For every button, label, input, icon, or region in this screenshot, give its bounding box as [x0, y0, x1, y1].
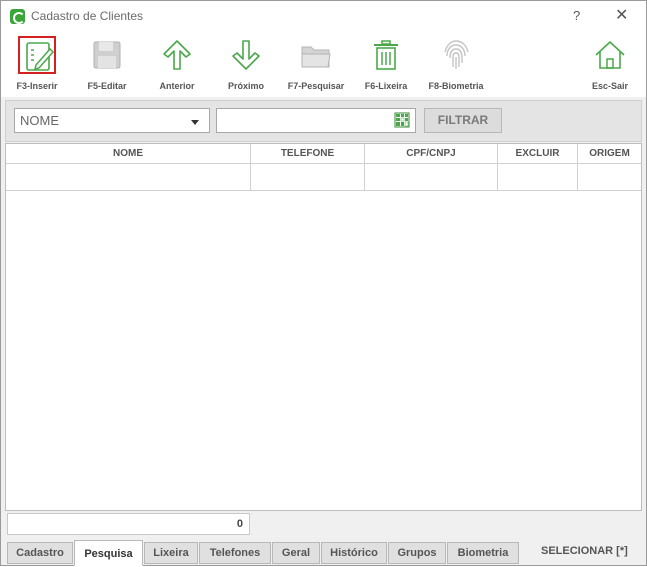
trash-label: F6-Lixeira — [364, 81, 408, 91]
toolbar: F3-Inserir F5-Editar Anterior Próximo F7… — [1, 32, 646, 97]
window-title: Cadastro de Clientes — [31, 9, 144, 23]
fingerprint-icon — [437, 36, 475, 74]
table-header: NOME TELEFONE CPF/CNPJ EXCLUIR ORIGEM — [6, 144, 641, 164]
save-disk-icon — [88, 36, 126, 74]
filter-field-select[interactable]: NOME — [14, 108, 210, 133]
clients-table: NOME TELEFONE CPF/CNPJ EXCLUIR ORIGEM — [5, 143, 642, 511]
close-button[interactable]: ✕ — [615, 5, 628, 25]
tab-biometria[interactable]: Biometria — [447, 542, 519, 564]
select-shortcut-label: SELECIONAR [*] — [541, 545, 628, 557]
previous-label: Anterior — [159, 81, 195, 91]
table-row[interactable] — [6, 164, 641, 191]
next-button[interactable]: Próximo — [214, 36, 278, 94]
biometry-label: F8-Biometria — [428, 81, 484, 91]
arrow-down-icon — [227, 36, 265, 74]
folder-icon — [297, 36, 335, 74]
chevron-down-icon — [191, 120, 199, 125]
edit-label: F5-Editar — [87, 81, 127, 91]
trash-button[interactable]: F6-Lixeira — [354, 36, 418, 94]
title-bar: Cadastro de Clientes ? ✕ — [1, 1, 646, 32]
app-logo-icon — [10, 9, 25, 24]
exit-label: Esc-Sair — [591, 81, 629, 91]
filter-bar: NOME FILTRAR — [5, 100, 642, 142]
previous-button[interactable]: Anterior — [145, 36, 209, 94]
insert-button[interactable]: F3-Inserir — [5, 36, 69, 94]
filter-button[interactable]: FILTRAR — [424, 108, 502, 133]
search-input[interactable] — [216, 108, 416, 133]
tab-cadastro[interactable]: Cadastro — [7, 542, 73, 564]
column-header-nome[interactable]: NOME — [6, 144, 251, 164]
grid-picker-icon[interactable] — [394, 112, 410, 128]
trash-icon — [367, 36, 405, 74]
tab-telefones[interactable]: Telefones — [199, 542, 271, 564]
table-cell-excluir[interactable] — [498, 164, 578, 191]
insert-label: F3-Inserir — [16, 81, 58, 91]
arrow-up-icon — [158, 36, 196, 74]
record-count: 0 — [7, 513, 250, 535]
tab-historico[interactable]: Histórico — [321, 542, 387, 564]
tab-pesquisa[interactable]: Pesquisa — [74, 540, 143, 566]
table-cell-origem[interactable] — [578, 164, 641, 191]
client-register-window: Cadastro de Clientes ? ✕ F3-Inserir F5-E… — [0, 0, 647, 566]
edit-button[interactable]: F5-Editar — [75, 36, 139, 94]
home-icon — [591, 36, 629, 74]
filter-field-value: NOME — [20, 113, 59, 128]
biometry-button[interactable]: F8-Biometria — [424, 36, 488, 94]
table-cell-nome[interactable] — [6, 164, 251, 191]
tab-geral[interactable]: Geral — [272, 542, 320, 564]
bottom-tabs: Cadastro Pesquisa Lixeira Telefones Gera… — [1, 540, 646, 566]
tab-lixeira[interactable]: Lixeira — [144, 542, 198, 564]
table-cell-cpf-cnpj[interactable] — [365, 164, 498, 191]
edit-form-icon — [18, 36, 56, 74]
table-cell-telefone[interactable] — [251, 164, 365, 191]
column-header-origem[interactable]: ORIGEM — [578, 144, 641, 164]
column-header-telefone[interactable]: TELEFONE — [251, 144, 365, 164]
tab-grupos[interactable]: Grupos — [388, 542, 446, 564]
column-header-cpf-cnpj[interactable]: CPF/CNPJ — [365, 144, 498, 164]
help-button[interactable]: ? — [573, 8, 580, 23]
search-button[interactable]: F7-Pesquisar — [284, 36, 348, 94]
next-label: Próximo — [227, 81, 264, 91]
search-label: F7-Pesquisar — [287, 81, 345, 91]
column-header-excluir[interactable]: EXCLUIR — [498, 144, 578, 164]
exit-button[interactable]: Esc-Sair — [578, 36, 642, 94]
